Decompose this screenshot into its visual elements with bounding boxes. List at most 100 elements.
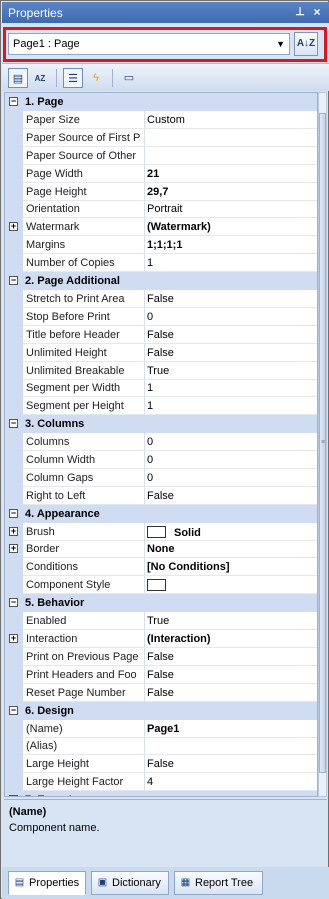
property-row[interactable]: Unlimited Breakable True xyxy=(5,362,317,380)
property-value[interactable]: 4 xyxy=(147,776,153,788)
property-value[interactable]: 1 xyxy=(147,382,153,394)
alphabetical-view-icon[interactable]: AZ xyxy=(30,68,50,88)
property-row[interactable]: Enabled True xyxy=(5,612,317,630)
property-row[interactable]: Conditions [No Conditions] xyxy=(5,558,317,576)
property-value[interactable]: [No Conditions] xyxy=(147,561,229,573)
property-value[interactable]: (Watermark) xyxy=(147,221,211,233)
tab-properties[interactable]: ▤ Properties xyxy=(8,871,86,895)
property-value[interactable]: False xyxy=(147,651,174,663)
expand-icon[interactable]: + xyxy=(9,222,18,231)
property-value[interactable]: False xyxy=(147,669,174,681)
property-row[interactable]: Stop Before Print 0 xyxy=(5,308,317,326)
row-gutter xyxy=(5,648,23,666)
expand-icon[interactable]: + xyxy=(9,527,18,536)
property-row[interactable]: Paper Size Custom xyxy=(5,111,317,129)
category-header[interactable]: − 7. Export xyxy=(5,791,317,796)
property-value[interactable]: None xyxy=(147,543,175,555)
dictionary-icon: ▣ xyxy=(97,877,108,888)
property-row[interactable]: Paper Source of Other xyxy=(5,147,317,165)
property-row[interactable]: Large Height Factor 4 xyxy=(5,773,317,791)
collapse-icon[interactable]: − xyxy=(9,795,18,796)
property-value[interactable]: 1 xyxy=(147,257,153,269)
property-value[interactable]: 0 xyxy=(147,436,153,448)
property-value[interactable]: 21 xyxy=(147,168,159,180)
property-row[interactable]: Unlimited Height False xyxy=(5,344,317,362)
property-value[interactable]: False xyxy=(147,758,174,770)
property-value[interactable]: True xyxy=(147,615,169,627)
property-row[interactable]: + Watermark (Watermark) xyxy=(5,218,317,236)
property-value[interactable]: 1 xyxy=(147,400,153,412)
events-tab-icon[interactable]: ϟ xyxy=(86,68,106,88)
object-selector-dropdown[interactable]: Page1 : Page ▼ xyxy=(8,33,290,55)
property-row[interactable]: Large Height False xyxy=(5,755,317,773)
expand-icon[interactable]: + xyxy=(9,544,18,553)
property-value[interactable]: True xyxy=(147,365,169,377)
category-header[interactable]: −6. Design xyxy=(5,702,317,720)
property-value[interactable]: False xyxy=(147,490,174,502)
property-row[interactable]: Paper Source of First P xyxy=(5,129,317,147)
property-row[interactable]: Right to Left False xyxy=(5,487,317,505)
property-value[interactable]: Portrait xyxy=(147,203,182,215)
property-row[interactable]: Page Width 21 xyxy=(5,165,317,183)
property-row[interactable]: Number of Copies 1 xyxy=(5,254,317,272)
property-value[interactable]: 0 xyxy=(147,472,153,484)
scrollbar-thumb[interactable]: ≡ xyxy=(319,113,326,773)
property-row[interactable]: Margins 1;1;1;1 xyxy=(5,236,317,254)
expand-icon[interactable]: + xyxy=(9,634,18,643)
category-header[interactable]: −5. Behavior xyxy=(5,594,317,612)
property-row[interactable]: Column Gaps 0 xyxy=(5,469,317,487)
property-value[interactable]: Solid xyxy=(147,526,201,539)
sort-az-button[interactable]: A↓Z xyxy=(294,32,318,56)
property-value[interactable]: False xyxy=(147,293,174,305)
categorized-view-icon[interactable]: ▤ xyxy=(8,68,28,88)
category-header[interactable]: −4. Appearance xyxy=(5,505,317,523)
property-row[interactable]: Reset Page Number False xyxy=(5,684,317,702)
property-value[interactable]: (Interaction) xyxy=(147,633,211,645)
property-row[interactable]: Print Headers and Foo False xyxy=(5,666,317,684)
pin-icon[interactable]: ⊥ xyxy=(293,5,307,19)
property-value[interactable]: 29,7 xyxy=(147,186,168,198)
property-row[interactable]: + Brush Solid xyxy=(5,523,317,541)
property-value[interactable]: 1;1;1;1 xyxy=(147,239,182,251)
tab-report-tree[interactable]: ▦ Report Tree xyxy=(174,871,263,895)
collapse-icon[interactable]: − xyxy=(9,276,18,285)
collapse-icon[interactable]: − xyxy=(9,419,18,428)
category-header[interactable]: −2. Page Additional xyxy=(5,272,317,290)
property-pages-icon[interactable]: ▭ xyxy=(119,68,139,88)
property-value-text: Solid xyxy=(174,527,201,539)
property-row[interactable]: Segment per Height 1 xyxy=(5,397,317,415)
property-row[interactable]: Segment per Width 1 xyxy=(5,379,317,397)
collapse-icon[interactable]: − xyxy=(9,598,18,607)
property-value[interactable]: False xyxy=(147,347,174,359)
property-value-text: True xyxy=(147,615,170,627)
property-row[interactable]: Column Width 0 xyxy=(5,451,317,469)
collapse-icon[interactable]: − xyxy=(9,97,18,106)
property-row[interactable]: Orientation Portrait xyxy=(5,200,317,218)
property-row[interactable]: Print on Previous Page False xyxy=(5,648,317,666)
bottom-tabs: ▤ Properties ▣ Dictionary ▦ Report Tree xyxy=(2,867,329,899)
collapse-icon[interactable]: − xyxy=(9,706,18,715)
property-row[interactable]: Component Style xyxy=(5,576,317,594)
property-row[interactable]: (Name) Page1 xyxy=(5,720,317,738)
property-value[interactable]: False xyxy=(147,687,174,699)
category-header[interactable]: −3. Columns xyxy=(5,415,317,433)
properties-tab-icon[interactable]: ☰ xyxy=(63,68,83,88)
property-row[interactable]: + Border None xyxy=(5,540,317,558)
grid-scrollbar[interactable]: ≡ xyxy=(318,92,327,797)
property-row[interactable]: Page Height 29,7 xyxy=(5,183,317,201)
property-row[interactable]: Stretch to Print Area False xyxy=(5,290,317,308)
property-value[interactable] xyxy=(147,579,174,592)
property-value[interactable]: 0 xyxy=(147,311,153,323)
close-icon[interactable]: × xyxy=(310,5,324,19)
property-row[interactable]: Columns 0 xyxy=(5,433,317,451)
property-row[interactable]: + Interaction (Interaction) xyxy=(5,630,317,648)
property-value[interactable]: False xyxy=(147,329,174,341)
property-value[interactable]: 0 xyxy=(147,454,153,466)
property-row[interactable]: (Alias) xyxy=(5,737,317,755)
tab-dictionary[interactable]: ▣ Dictionary xyxy=(91,871,169,895)
collapse-icon[interactable]: − xyxy=(9,509,18,518)
property-row[interactable]: Title before Header False xyxy=(5,326,317,344)
property-value[interactable]: Page1 xyxy=(147,723,179,735)
property-value[interactable]: Custom xyxy=(147,114,185,126)
category-header[interactable]: −1. Page xyxy=(5,93,317,111)
